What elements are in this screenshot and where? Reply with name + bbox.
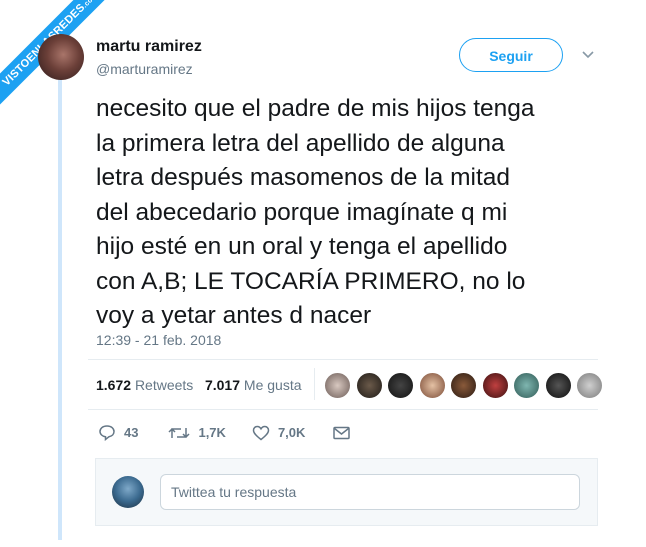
- tweet-line: hijo esté en un oral y tenga el apellido: [96, 233, 508, 260]
- tweet-line: con A,B; LE TOCARÍA PRIMERO, no lo: [96, 267, 526, 295]
- heart-icon: [252, 425, 270, 440]
- reply-icon: [99, 425, 115, 441]
- likers-avatars: [324, 372, 608, 399]
- likes-label[interactable]: Me gusta: [244, 377, 302, 393]
- likes-count[interactable]: 7.017: [205, 377, 240, 393]
- divider: [88, 409, 598, 410]
- user-avatar: [112, 476, 144, 508]
- like-action[interactable]: 7,0K: [252, 425, 305, 441]
- retweet-icon: [168, 427, 190, 438]
- liker-avatar[interactable]: [544, 372, 572, 399]
- tweet-line: del abecedario porque imagínate q mi: [96, 198, 508, 226]
- liker-avatar[interactable]: [481, 372, 509, 399]
- tweet-text: necesito que el padre de mis hijos tenga…: [96, 92, 616, 334]
- follow-button[interactable]: Seguir: [459, 38, 563, 72]
- retweet-count: 1,7K: [198, 425, 226, 440]
- tweet-actions: 43 1,7K 7,0K: [98, 424, 351, 441]
- tweet-line: letra después masomenos de la mitad: [96, 164, 510, 191]
- author-name[interactable]: martu ramirez: [96, 38, 202, 56]
- tweet-line: necesito que el padre de mis hijos tenga: [96, 95, 535, 122]
- envelope-icon: [333, 426, 351, 439]
- retweets-label[interactable]: Retweets: [135, 377, 193, 393]
- tweet-line: voy a yetar antes d nacer: [96, 302, 372, 329]
- reply-input[interactable]: Twittea tu respuesta: [160, 474, 580, 510]
- author-avatar[interactable]: [38, 34, 84, 80]
- tweet-line: la primera letra del apellido de alguna: [96, 129, 505, 157]
- tweet-stats: 1.672 Retweets 7.017 Me gusta: [96, 377, 302, 393]
- chevron-down-icon[interactable]: [582, 46, 594, 64]
- message-action[interactable]: [333, 426, 351, 440]
- liker-avatar[interactable]: [418, 372, 446, 399]
- reply-thread-line: [58, 78, 62, 540]
- liker-avatar[interactable]: [450, 372, 477, 399]
- watermark-suffix: .com: [81, 0, 99, 10]
- liker-avatar[interactable]: [576, 372, 603, 399]
- like-count: 7,0K: [277, 425, 306, 440]
- retweet-action[interactable]: 1,7K: [168, 425, 226, 441]
- retweets-count[interactable]: 1.672: [96, 377, 131, 393]
- tweet-timestamp[interactable]: 12:39 - 21 feb. 2018: [96, 332, 221, 348]
- liker-avatar[interactable]: [387, 372, 414, 399]
- liker-avatar[interactable]: [513, 372, 540, 399]
- stats-divider: [314, 368, 315, 400]
- reply-count: 43: [124, 425, 139, 440]
- reply-action[interactable]: 43: [98, 424, 138, 441]
- author-handle[interactable]: @marturamirez: [96, 61, 193, 77]
- liker-avatar[interactable]: [355, 372, 383, 399]
- divider: [88, 359, 598, 360]
- liker-avatar[interactable]: [324, 372, 351, 399]
